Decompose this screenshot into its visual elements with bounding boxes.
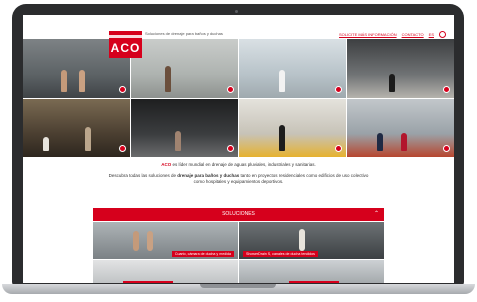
person-figure <box>79 69 85 92</box>
person-figure <box>299 229 305 251</box>
bathtub-figure <box>43 137 49 151</box>
browser-screen: Soluciones de drenaje para baños y ducha… <box>23 15 454 283</box>
photo-tile[interactable] <box>347 98 454 157</box>
aco-logo[interactable]: ACO <box>109 31 142 58</box>
solution-caption[interactable]: ShowerDrain S, canales de ducha tendidos <box>243 251 318 257</box>
solution-tile[interactable]: Cuarto, cámara de ducha y medida <box>93 222 238 259</box>
photo-tile[interactable] <box>239 39 346 98</box>
nav-link-language[interactable]: ES <box>429 32 434 37</box>
photo-tile[interactable] <box>23 98 130 157</box>
solution-caption-bar <box>123 281 173 283</box>
webcam-icon <box>235 10 238 13</box>
nav-link-contact[interactable]: CONTACTO <box>402 32 424 37</box>
red-dot-icon[interactable] <box>443 145 450 152</box>
solution-caption-bar <box>289 281 339 283</box>
solutions-bar[interactable]: SOLUCIONES ⌃ <box>93 208 384 221</box>
person-figure <box>147 231 153 251</box>
red-dot-icon[interactable] <box>119 85 126 93</box>
intro-line-2-pre: Descubra todas las soluciones de <box>108 172 178 178</box>
person-figure <box>389 73 395 92</box>
site-tagline: Soluciones de drenaje para baños y ducha… <box>145 31 223 36</box>
chevron-up-icon[interactable]: ⌃ <box>374 208 379 221</box>
person-figure <box>279 69 285 92</box>
logo-text: ACO <box>110 41 141 55</box>
red-dot-icon[interactable] <box>443 85 450 93</box>
red-dot-icon[interactable] <box>119 145 126 152</box>
solutions-grid: Cuarto, cámara de ducha y medida ShowerD… <box>93 222 384 283</box>
nav-link-info[interactable]: SOLICITE MÁS INFORMACIÓN <box>339 32 397 37</box>
intro-text: ACO es líder mundial en drenaje de aguas… <box>23 162 454 186</box>
person-figure <box>165 65 171 92</box>
person-figure <box>85 127 91 151</box>
person-figure <box>279 125 285 151</box>
intro-line-3: como hospitales y equipamientos deportiv… <box>193 179 284 184</box>
photo-tile[interactable] <box>131 39 238 98</box>
person-figure <box>61 69 67 92</box>
photo-tile[interactable] <box>347 39 454 98</box>
photo-tile[interactable] <box>239 98 346 157</box>
intro-line-2-post: tanto en proyectos residenciales como ed… <box>239 172 369 178</box>
solutions-title: SOLUCIONES <box>222 211 255 217</box>
red-dot-icon[interactable] <box>335 145 342 152</box>
solution-tile[interactable] <box>93 260 238 283</box>
person-figure <box>175 131 181 151</box>
solution-tile[interactable] <box>239 260 384 283</box>
intro-line-2-bold: drenaje para baños y duchas <box>177 172 240 178</box>
site-header: Soluciones de drenaje para baños y ducha… <box>23 15 454 39</box>
solution-tile[interactable]: ShowerDrain S, canales de ducha tendidos <box>239 222 384 259</box>
brand-name: ACO <box>161 162 172 167</box>
solution-caption[interactable]: Cuarto, cámara de ducha y medida <box>171 251 234 257</box>
red-dot-icon[interactable] <box>227 145 234 152</box>
child-figure <box>377 133 383 151</box>
laptop-notch <box>200 284 276 288</box>
globe-icon[interactable] <box>439 31 446 38</box>
red-dot-icon[interactable] <box>335 85 342 93</box>
red-dot-icon[interactable] <box>227 85 234 93</box>
person-figure <box>133 231 139 251</box>
top-nav: SOLICITE MÁS INFORMACIÓN CONTACTO ES <box>339 31 446 38</box>
photo-tile[interactable] <box>131 98 238 157</box>
photo-grid <box>23 39 454 157</box>
intro-line-1-text: es líder mundial en drenaje de aguas plu… <box>171 162 316 167</box>
child-figure <box>401 133 407 151</box>
logo-stripe <box>109 35 142 38</box>
